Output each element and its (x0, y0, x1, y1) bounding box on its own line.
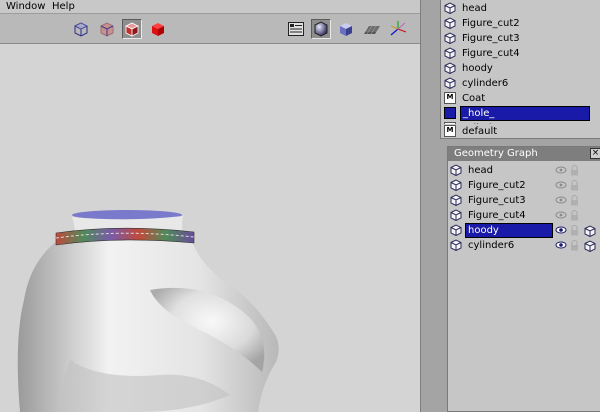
axes-button[interactable] (388, 19, 408, 39)
list-item-label: hoody (462, 63, 493, 74)
eye-icon[interactable] (555, 195, 567, 205)
list-item-label: Figure_cut3 (462, 33, 520, 44)
cube-icon (444, 47, 456, 59)
graph-row-label: head (468, 165, 493, 176)
graph-row-selected[interactable]: hoody (450, 223, 600, 238)
shaded-red-cube-icon (125, 22, 139, 37)
cube-icon (450, 179, 462, 191)
hoody-model (17, 210, 279, 412)
cube-icon (444, 32, 456, 44)
shaded-red-cube-button[interactable] (122, 19, 142, 39)
lock-icon[interactable] (570, 240, 579, 251)
cube-icon (444, 2, 456, 14)
lock-icon[interactable] (570, 225, 579, 236)
list-item[interactable]: M default (444, 124, 600, 139)
lock-icon[interactable] (570, 180, 579, 191)
outliner-panel-tail: M default (440, 124, 600, 139)
list-item[interactable]: Figure_cut3 (444, 31, 600, 46)
eye-icon[interactable] (555, 240, 567, 250)
axes-icon (390, 21, 407, 36)
graph-row[interactable]: Figure_cut2 (450, 178, 600, 193)
3d-viewport[interactable] (0, 44, 420, 412)
menu-help[interactable]: Help (52, 1, 75, 12)
wireframe-cube-button[interactable] (71, 19, 91, 39)
graph-row-label: hoody (468, 225, 499, 236)
wireframe-red-cube-button[interactable] (97, 19, 117, 39)
viewport-toolbar (0, 14, 420, 44)
list-item[interactable]: head (444, 1, 600, 16)
graph-row[interactable]: Figure_cut4 (450, 208, 600, 223)
cube-icon (444, 77, 456, 89)
wireframe-red-cube-icon (100, 22, 114, 37)
eye-icon[interactable] (555, 210, 567, 220)
texture-grid-button[interactable] (362, 19, 382, 39)
lit-cube-button[interactable] (336, 19, 356, 39)
graph-row[interactable]: Figure_cut3 (450, 193, 600, 208)
close-button[interactable]: × (590, 148, 600, 159)
cube-icon (450, 164, 462, 176)
cube-icon (444, 17, 456, 29)
solid-red-cube-icon (152, 23, 164, 36)
lock-icon[interactable] (570, 210, 579, 221)
cube-icon (450, 224, 462, 236)
solid-red-cube-button[interactable] (148, 19, 168, 39)
list-item-label: Figure_cut4 (462, 48, 520, 59)
shaded-sphere-icon (314, 21, 328, 37)
list-item-label: cylinder6 (462, 78, 509, 89)
wireframe-cube-icon (74, 22, 88, 37)
list-item-label: _hole_ (460, 106, 590, 121)
outliner-panel-icon (288, 22, 304, 36)
graph-row-label: Figure_cut4 (468, 210, 526, 221)
list-item-label: Figure_cut2 (462, 18, 520, 29)
cube-icon (444, 62, 456, 74)
panel-title: Geometry Graph (454, 148, 538, 159)
list-item-selected[interactable]: _hole_ (444, 106, 600, 121)
lock-icon[interactable] (570, 195, 579, 206)
list-item[interactable]: Figure_cut4 (444, 46, 600, 61)
menu-bar: Window Help (0, 0, 420, 14)
texture-grid-icon (364, 25, 380, 35)
material-icon: M (444, 92, 456, 104)
cube-icon[interactable] (584, 225, 596, 237)
list-item-label: default (462, 126, 498, 137)
geometry-graph-panel: Geometry Graph × head Figure_cut2 Figure… (447, 146, 600, 412)
graph-row-label: Figure_cut3 (468, 195, 526, 206)
cube-icon[interactable] (584, 240, 596, 252)
graph-row-label: cylinder6 (468, 240, 515, 251)
list-item-label: head (462, 3, 487, 14)
graph-row[interactable]: cylinder6 (450, 238, 600, 253)
outliner-panel-button[interactable] (286, 19, 306, 39)
cube-icon (450, 209, 462, 221)
shaded-sphere-button[interactable] (311, 19, 331, 39)
list-item[interactable]: cylinder6 (444, 76, 600, 91)
right-dock: head Figure_cut2 Figure_cut3 Figure_cut4… (420, 0, 600, 412)
material-icon: M (444, 125, 456, 137)
eye-icon[interactable] (555, 225, 567, 235)
list-item[interactable]: hoody (444, 61, 600, 76)
blue-material-icon (444, 107, 456, 119)
list-item[interactable]: M Coat (444, 91, 600, 106)
eye-icon[interactable] (555, 180, 567, 190)
lock-icon[interactable] (570, 165, 579, 176)
graph-row[interactable]: head (450, 163, 600, 178)
list-item[interactable]: Figure_cut2 (444, 16, 600, 31)
list-item-label: Coat (462, 93, 486, 104)
cube-icon (450, 194, 462, 206)
outliner-panel: head Figure_cut2 Figure_cut3 Figure_cut4… (440, 0, 600, 139)
graph-row-label: Figure_cut2 (468, 180, 526, 191)
panel-title-bar: Geometry Graph × (448, 147, 600, 161)
cube-icon (450, 239, 462, 251)
menu-window[interactable]: Window (6, 1, 45, 12)
lit-cube-icon (340, 23, 352, 36)
eye-icon[interactable] (555, 165, 567, 175)
